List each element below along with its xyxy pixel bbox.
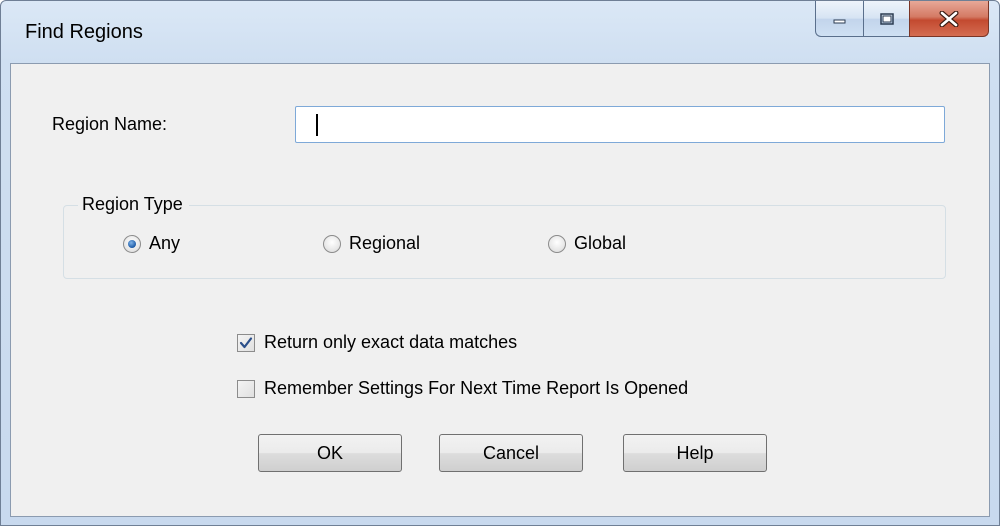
- maximize-icon: [879, 12, 894, 25]
- close-icon: [939, 10, 959, 27]
- radio-global-label: Global: [574, 233, 627, 253]
- remember-settings-label: Remember Settings For Next Time Report I…: [264, 378, 689, 398]
- dialog-body: Region Name: Region Type Any Regional Gl…: [10, 63, 990, 517]
- ok-button[interactable]: OK: [258, 434, 402, 472]
- radio-circle[interactable]: [548, 234, 566, 253]
- checkbox-box[interactable]: [237, 379, 255, 398]
- close-button[interactable]: [909, 1, 989, 37]
- window-title: Find Regions: [25, 21, 143, 43]
- checkmark-icon: [239, 336, 253, 348]
- checkbox-box[interactable]: [237, 333, 255, 352]
- radio-circle[interactable]: [123, 234, 141, 253]
- radio-regional-label: Regional: [349, 233, 421, 253]
- window-controls: [815, 1, 989, 39]
- radio-global[interactable]: Global: [548, 233, 626, 254]
- region-type-legend: Region Type: [78, 194, 189, 215]
- exact-match-label: Return only exact data matches: [264, 332, 518, 352]
- radio-any[interactable]: Any: [123, 233, 180, 254]
- title-bar[interactable]: Find Regions: [1, 1, 999, 63]
- radio-any-label: Any: [149, 233, 181, 253]
- maximize-button[interactable]: [863, 1, 909, 37]
- region-name-input[interactable]: [295, 106, 945, 143]
- minimize-button[interactable]: [815, 1, 863, 37]
- radio-circle[interactable]: [323, 234, 341, 253]
- help-button[interactable]: Help: [623, 434, 767, 472]
- region-name-label: Region Name:: [52, 114, 168, 134]
- text-caret: [316, 114, 318, 136]
- cancel-button[interactable]: Cancel: [439, 434, 583, 472]
- radio-regional[interactable]: Regional: [323, 233, 420, 254]
- exact-match-checkbox[interactable]: Return only exact data matches: [237, 332, 517, 353]
- minimize-icon: [833, 19, 845, 23]
- region-type-group: [63, 205, 946, 279]
- remember-settings-checkbox[interactable]: Remember Settings For Next Time Report I…: [237, 378, 688, 399]
- find-regions-dialog: Find Regions Region Name: Region Type An…: [0, 0, 1000, 526]
